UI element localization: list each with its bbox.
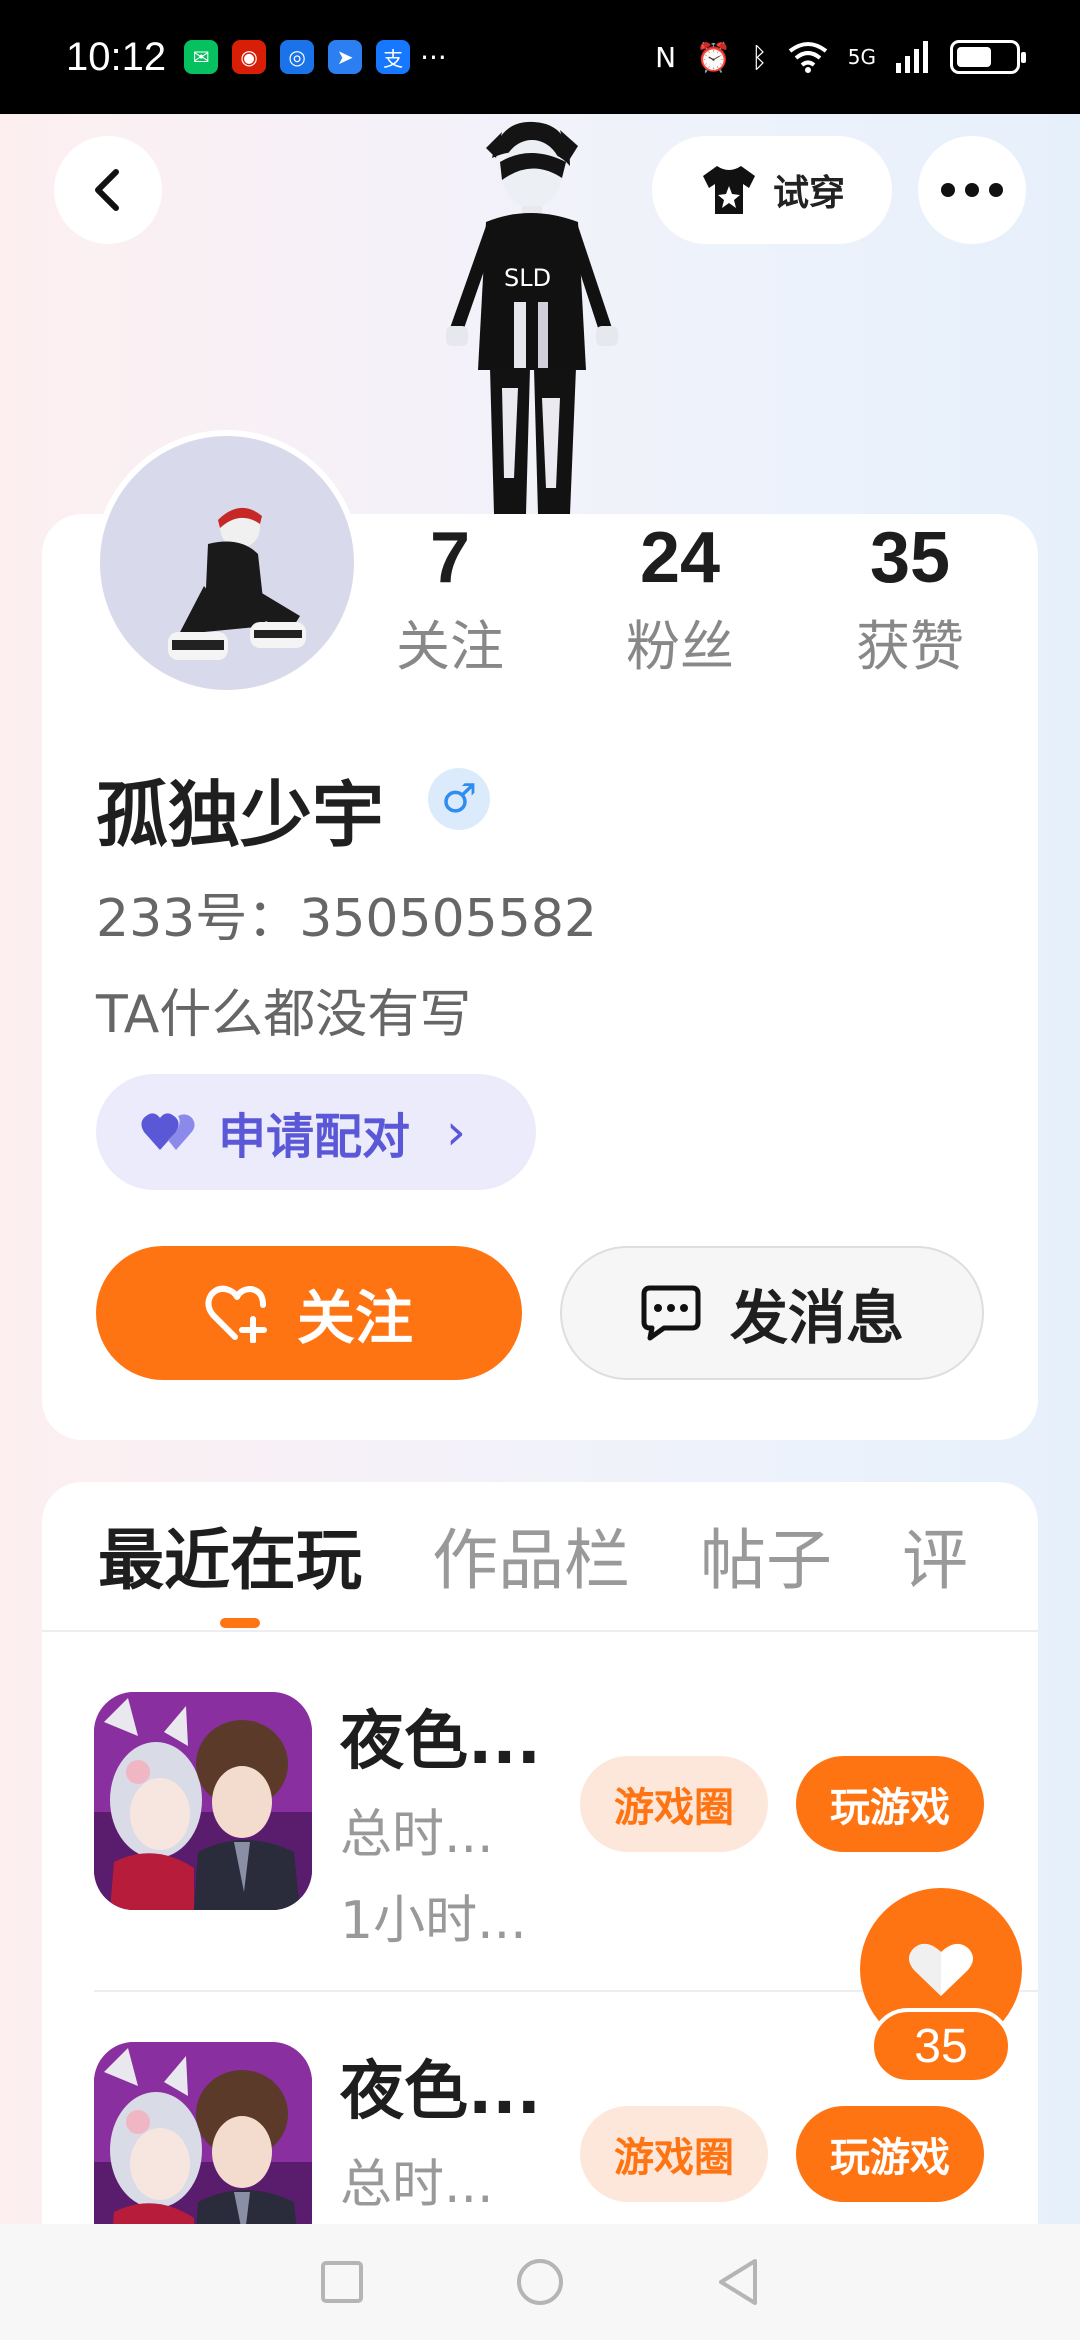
game-title: 夜色... (340, 2055, 541, 2129)
chevron-left-icon (95, 169, 119, 211)
avatar-character-figure: SLD (446, 121, 618, 514)
svg-text:SLD: SLD (504, 264, 551, 292)
send-message-button[interactable]: 发消息 (560, 1246, 984, 1380)
game-playtime-label: 总时... (340, 1805, 494, 1865)
nfc-icon: N (655, 40, 677, 74)
profile-tabs: 最近在玩 作品栏 帖子 评 (98, 1516, 968, 1606)
game-cover-image (94, 1692, 312, 1910)
app-icon-blue: ◎ (280, 40, 315, 74)
network-type: 5G (847, 45, 876, 69)
more-horizontal-icon (941, 183, 1003, 197)
bluetooth-icon: ᛒ (750, 40, 768, 74)
request-pair-button[interactable]: 申请配对 › (96, 1074, 536, 1190)
like-count: 35 (870, 2008, 1012, 2084)
wechat-icon: ✉ (184, 40, 219, 74)
heart-plus-icon (205, 1285, 267, 1343)
tab-recently-played[interactable]: 最近在玩 (98, 1516, 362, 1606)
battery-icon (950, 40, 1026, 74)
heart-icon (909, 1943, 973, 1996)
avatar-image (168, 507, 306, 660)
stat-likes[interactable]: 35 获赞 (810, 516, 1010, 684)
tab-active-indicator (220, 1618, 260, 1628)
home-icon[interactable] (515, 2257, 565, 2307)
try-on-button[interactable]: 试穿 (652, 136, 892, 244)
app-icon-send: ➤ (328, 40, 363, 74)
recent-apps-icon[interactable] (319, 2259, 365, 2305)
alipay-icon: 支 (376, 40, 411, 74)
signal-icon (896, 41, 928, 73)
username: 孤独少宇 (96, 773, 385, 857)
chat-bubble-icon (641, 1285, 701, 1341)
stat-likes-value: 35 (869, 518, 951, 598)
play-game-button[interactable]: 玩游戏 (796, 2106, 984, 2202)
stat-likes-label: 获赞 (856, 615, 964, 678)
stat-following-label: 关注 (396, 615, 504, 678)
tab-posts[interactable]: 帖子 (700, 1516, 832, 1606)
more-options-button[interactable] (918, 136, 1026, 244)
alarm-icon: ⏰ (696, 40, 731, 74)
back-triangle-icon[interactable] (715, 2257, 761, 2307)
game-playtime-value: 1小时... (340, 1891, 527, 1951)
tab-divider (42, 1630, 1038, 1632)
system-navigation-bar (0, 2224, 1080, 2340)
male-gender-icon: ♂ (428, 768, 490, 830)
game-circle-button[interactable]: 游戏圈 (580, 1756, 768, 1852)
tab-works[interactable]: 作品栏 (432, 1516, 630, 1606)
status-indicators: N ⏰ ᛒ 5G (655, 40, 1026, 74)
stat-followers-label: 粉丝 (626, 615, 734, 678)
request-pair-label: 申请配对 (218, 1109, 411, 1165)
bank-icon: ◉ (232, 40, 267, 74)
user-id: 233号：350505582 (96, 889, 598, 949)
double-heart-icon (141, 1113, 195, 1150)
status-time: 10:12 (66, 34, 167, 79)
stat-followers[interactable]: 24 粉丝 (580, 516, 780, 684)
follow-button[interactable]: 关注 (96, 1246, 522, 1380)
tab-reviews[interactable]: 评 (902, 1516, 968, 1606)
game-circle-button[interactable]: 游戏圈 (580, 2106, 768, 2202)
tshirt-icon (702, 166, 755, 214)
status-bar: 10:12 ✉ ◉ ◎ ➤ 支 ··· N ⏰ ᛒ 5G (0, 0, 1080, 114)
user-bio: TA什么都没有写 (96, 985, 472, 1045)
game-icon[interactable] (94, 1692, 312, 1910)
try-on-label: 试穿 (772, 173, 845, 214)
stat-following-value: 7 (429, 518, 471, 598)
stat-followers-value: 24 (639, 518, 721, 598)
chevron-right-icon: › (446, 1103, 467, 1161)
game-playtime-label: 总时... (340, 2155, 494, 2215)
back-button[interactable] (54, 136, 162, 244)
follow-label: 关注 (296, 1284, 413, 1352)
avatar[interactable] (94, 430, 360, 696)
wifi-icon (788, 42, 827, 73)
play-game-button[interactable]: 玩游戏 (796, 1756, 984, 1852)
status-app-icons: ✉ ◉ ◎ ➤ 支 (184, 40, 411, 74)
stat-following[interactable]: 7 关注 (350, 516, 550, 684)
send-message-label: 发消息 (729, 1284, 904, 1352)
more-notifications-icon: ··· (420, 40, 447, 74)
game-title: 夜色... (340, 1705, 541, 1779)
